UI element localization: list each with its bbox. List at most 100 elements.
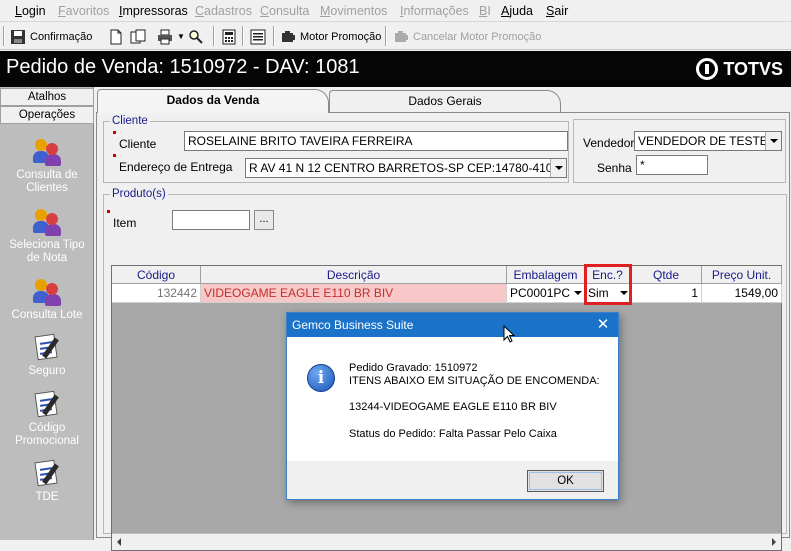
sidebar: Atalhos Operações Consulta de Clientes S… (0, 87, 94, 540)
sidebar-item-label: Consulta de Clientes (16, 169, 78, 194)
motor-promocao-button[interactable]: Motor Promoção (280, 26, 381, 47)
page-title: Pedido de Venda: 1510972 - DAV: 1081 (6, 56, 360, 78)
menu-consulta[interactable]: Consulta (260, 4, 309, 18)
cliente-group-legend: Cliente (112, 115, 148, 127)
motor-promocao-label: Motor Promoção (300, 30, 382, 43)
sidebar-item-seleciona-tipo-nota[interactable]: Seleciona Tipo de Nota (0, 207, 94, 265)
item-field[interactable] (172, 210, 250, 230)
clients-icon (31, 137, 63, 167)
printer-icon (157, 29, 173, 45)
totvs-logo-icon (696, 58, 719, 80)
toolbar-separator (3, 26, 5, 46)
ok-button[interactable]: OK (527, 470, 604, 492)
vendedor-label: Vendedor (583, 136, 635, 150)
chevron-down-icon[interactable] (574, 291, 582, 295)
endereco-value: R AV 41 N 12 CENTRO BARRETOS-SP CEP:1478… (249, 161, 553, 175)
copy-icon (130, 29, 146, 45)
vendedor-select[interactable]: VENDEDOR DE TESTE (634, 131, 782, 151)
sidebar-section-atalhos[interactable]: Atalhos (0, 88, 94, 106)
dialog-message-line: Status do Pedido: Falta Passar Pelo Caix… (349, 428, 557, 440)
tab-dados-gerais[interactable]: Dados Gerais (329, 90, 561, 112)
calculator-button[interactable] (221, 26, 237, 47)
cliente-field[interactable]: ROSELAINE BRITO TAVEIRA FERREIRA (184, 131, 568, 151)
column-header-qtde[interactable]: Qtde (631, 266, 702, 284)
cell-descricao[interactable]: VIDEOGAME EAGLE E110 BR BIV (201, 284, 507, 303)
menu-movimentos[interactable]: Movimentos (320, 4, 387, 18)
menu-bi[interactable]: BI (479, 4, 491, 18)
sidebar-item-label: Seleciona Tipo de Nota (9, 239, 85, 264)
dialog-message-line: Pedido Gravado: 1510972 (349, 362, 478, 374)
cliente-label: Cliente (112, 131, 157, 151)
menu-informacoes[interactable]: Informações (400, 4, 469, 18)
dialog-message-line: 13244-VIDEOGAME EAGLE E110 BR BIV (349, 401, 557, 413)
cancel-motor-promocao-button[interactable]: Cancelar Motor Promoção (393, 26, 541, 47)
search-tool-button[interactable] (188, 26, 204, 47)
menu-sair[interactable]: Sair (546, 4, 568, 18)
cell-preco[interactable]: 1549,00 (702, 284, 782, 303)
scroll-left-icon[interactable] (117, 538, 121, 546)
cell-embalagem[interactable]: PC0001PC (507, 284, 585, 303)
column-header-preco[interactable]: Preço Unit. (702, 266, 782, 284)
column-header-codigo[interactable]: Código (112, 266, 201, 284)
chevron-down-icon[interactable] (550, 159, 566, 177)
sidebar-item-label: Consulta Lote (11, 309, 83, 321)
document-pen-icon (31, 390, 63, 420)
tab-dados-venda[interactable]: Dados da Venda (97, 89, 329, 113)
menubar: Login Favoritos Impressoras Cadastros Co… (0, 0, 791, 22)
toolbar-separator (385, 26, 387, 46)
close-icon[interactable]: ✕ (594, 316, 612, 334)
senha-field[interactable]: * (636, 155, 708, 175)
list-icon (250, 29, 266, 45)
senha-label: Senha (597, 161, 632, 175)
sidebar-item-tde[interactable]: TDE (0, 459, 94, 504)
sidebar-item-label: Seguro (28, 365, 66, 377)
menu-login[interactable]: Login (15, 4, 46, 18)
brand-name: TOTVS (723, 58, 783, 79)
sidebar-item-consulta-clientes[interactable]: Consulta de Clientes (0, 137, 94, 195)
chevron-down-icon[interactable]: ▼ (177, 32, 185, 41)
dialog-title: Gemco Business Suite (292, 318, 414, 332)
list-button[interactable] (250, 26, 266, 47)
menu-ajuda[interactable]: Ajuda (501, 4, 533, 18)
sidebar-item-consulta-lote[interactable]: Consulta Lote (0, 277, 94, 322)
brand-logo: TOTVS (696, 58, 783, 80)
sidebar-item-codigo-promocional[interactable]: Código Promocional (0, 390, 94, 448)
document-pen-icon (31, 333, 63, 363)
menu-impressoras[interactable]: Impressoras (119, 4, 188, 18)
confirm-label: Confirmação (30, 30, 93, 43)
column-header-descricao[interactable]: Descrição (201, 266, 507, 284)
sidebar-item-seguro[interactable]: Seguro (0, 333, 94, 378)
enc-column-highlight (584, 264, 632, 305)
toolbar-separator (273, 26, 275, 46)
dialog-message-line: ITENS ABAIXO EM SITUAÇÃO DE ENCOMENDA: (349, 375, 600, 387)
mouse-cursor-icon (503, 324, 516, 344)
produtos-group-legend: Produto(s) (112, 188, 166, 200)
column-header-embalagem[interactable]: Embalagem (507, 266, 585, 284)
item-label: Item (106, 210, 137, 230)
cell-qtde[interactable]: 1 (631, 284, 702, 303)
menu-favoritos[interactable]: Favoritos (58, 4, 109, 18)
print-button[interactable]: ▼ (157, 26, 185, 47)
confirm-button[interactable]: Confirmação (10, 26, 92, 47)
page-header: Pedido de Venda: 1510972 - DAV: 1081 TOT… (0, 51, 791, 87)
dialog-titlebar[interactable]: Gemco Business Suite (287, 313, 618, 337)
scroll-right-icon[interactable] (772, 538, 776, 546)
find-icon (188, 29, 204, 45)
message-dialog: Gemco Business Suite ✕ i Pedido Gravado:… (286, 312, 619, 500)
copy-button[interactable] (130, 26, 146, 47)
calculator-icon (221, 29, 237, 45)
menu-cadastros[interactable]: Cadastros (195, 4, 252, 18)
sidebar-section-operacoes[interactable]: Operações (0, 106, 94, 124)
toolbar: Confirmação ▼ Motor Promoção Cancelar Mo… (0, 23, 791, 50)
cancel-motor-promocao-label: Cancelar Motor Promoção (413, 30, 542, 43)
toolbar-separator (242, 26, 244, 46)
cell-codigo[interactable]: 132442 (112, 284, 201, 303)
item-browse-button[interactable]: ... (254, 210, 274, 230)
clients-icon (31, 277, 63, 307)
sidebar-item-label: TDE (35, 491, 59, 503)
endereco-select[interactable]: R AV 41 N 12 CENTRO BARRETOS-SP CEP:1478… (245, 158, 567, 178)
horizontal-scrollbar[interactable] (112, 533, 781, 550)
engine-icon (280, 29, 296, 45)
chevron-down-icon[interactable] (765, 132, 781, 150)
new-document-button[interactable] (108, 26, 124, 47)
